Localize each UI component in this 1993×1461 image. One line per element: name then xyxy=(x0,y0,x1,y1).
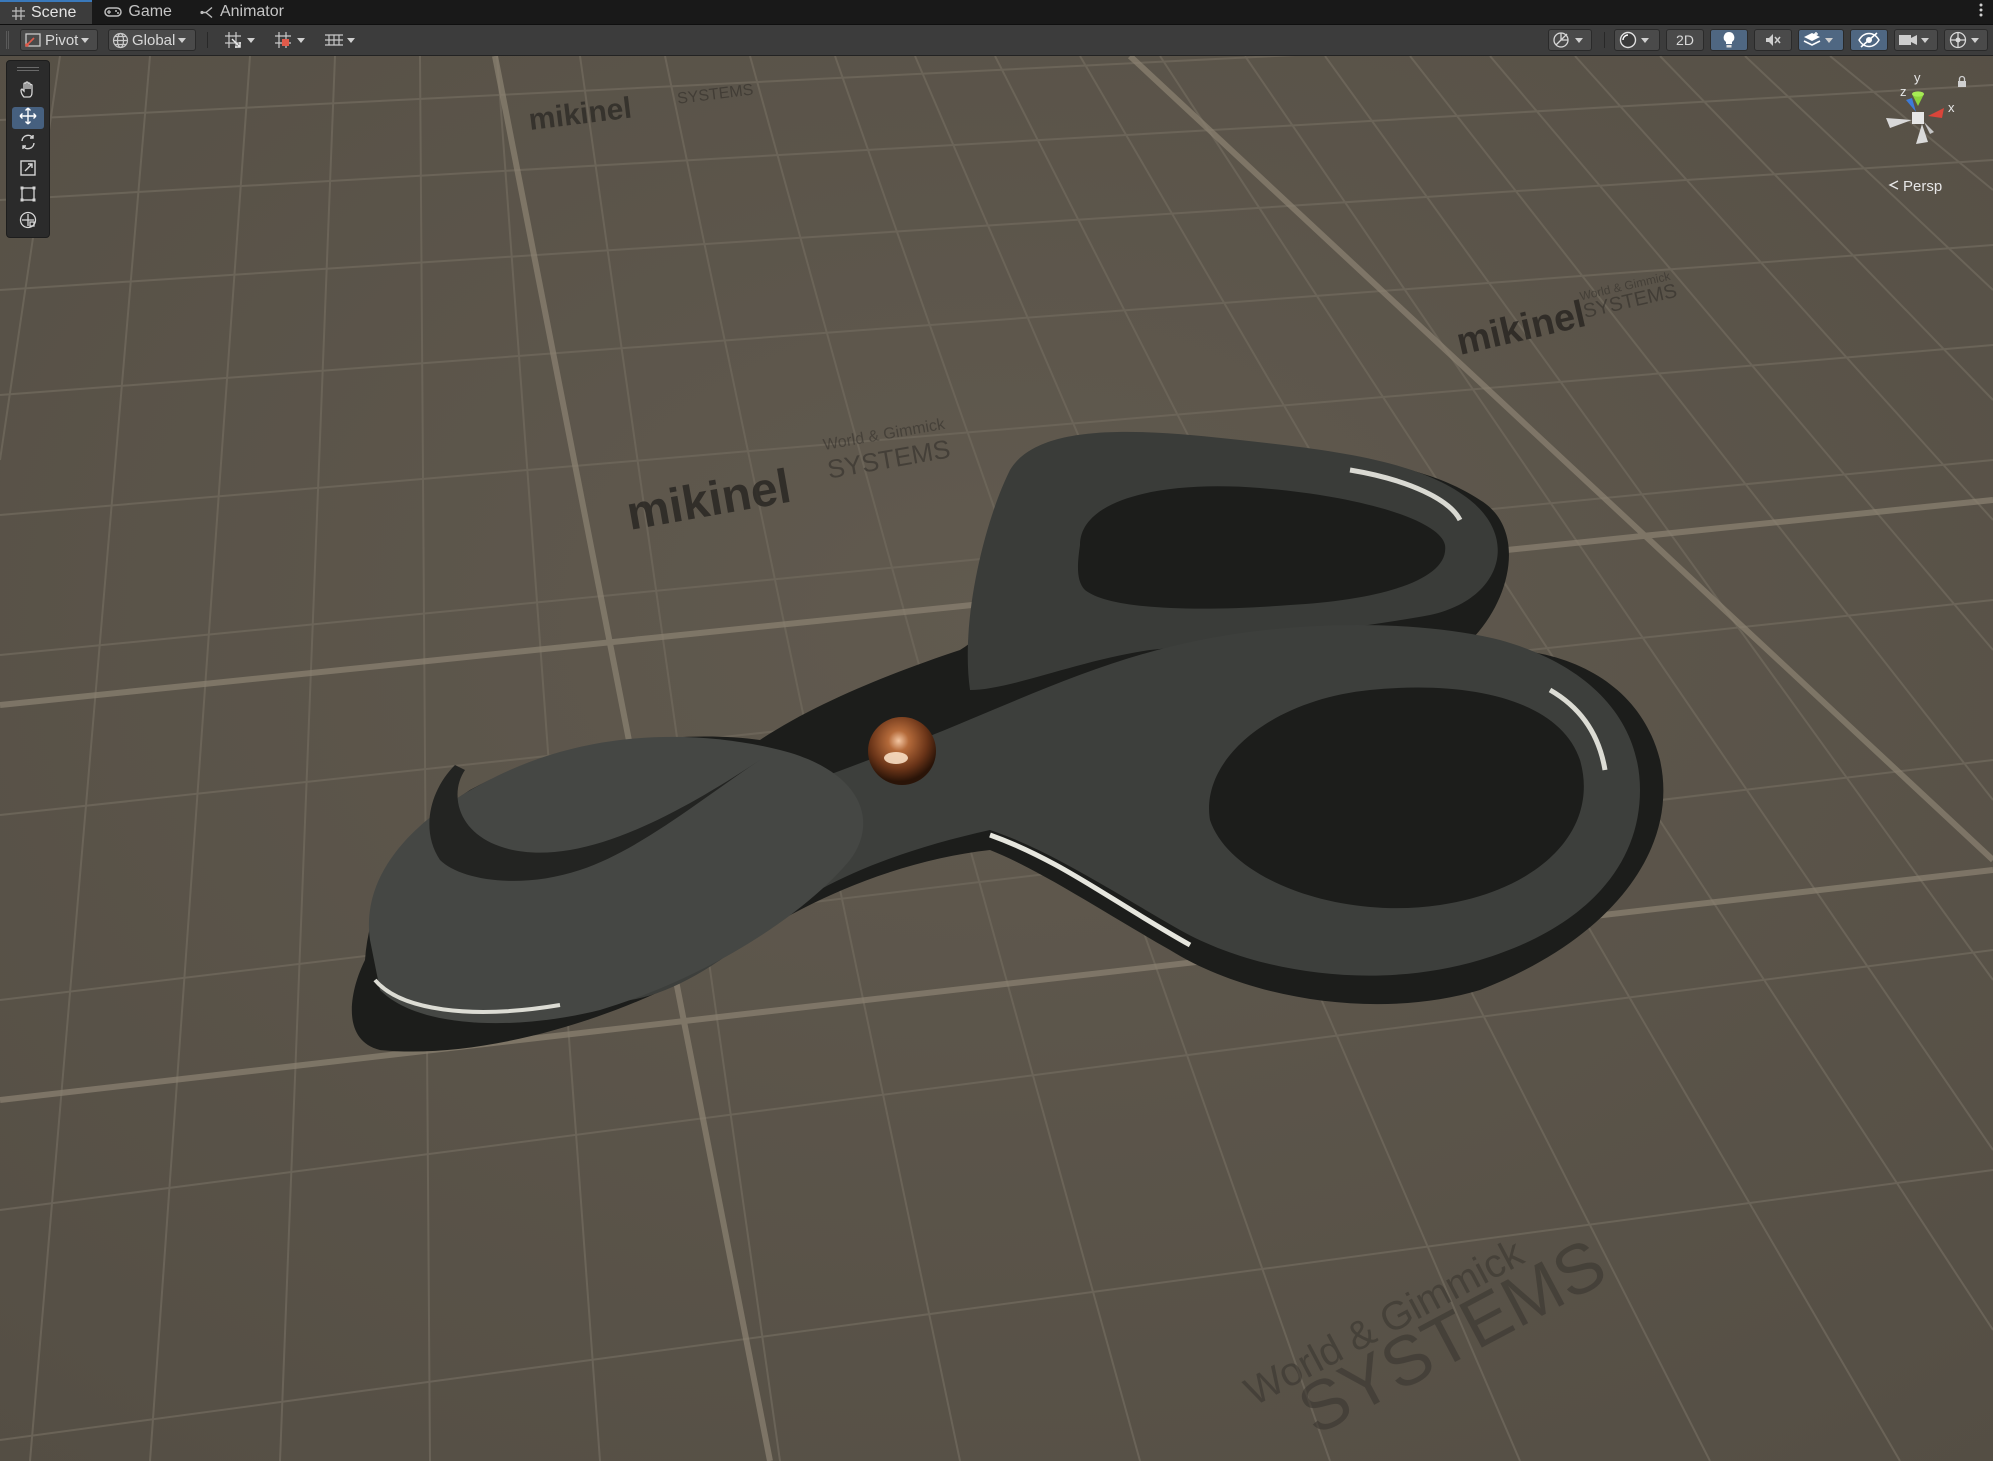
rect-tool[interactable] xyxy=(12,185,44,207)
gizmo-neg-x-cone[interactable] xyxy=(1886,118,1912,128)
tab-scene-label: Scene xyxy=(31,4,77,21)
move-icon xyxy=(18,106,38,131)
transform-icon xyxy=(18,210,38,235)
snap-grid-icon xyxy=(224,31,244,49)
tools-overlay xyxy=(6,60,50,238)
grid-visibility-dropdown[interactable] xyxy=(320,29,364,51)
tools-drag-handle[interactable] xyxy=(17,67,39,71)
rotate-tool[interactable] xyxy=(12,133,44,155)
chevron-down-icon xyxy=(1575,37,1583,43)
pivot-dropdown[interactable]: Pivot xyxy=(20,29,98,51)
audio-toggle[interactable] xyxy=(1754,29,1792,51)
chevron-down-icon xyxy=(297,37,305,43)
globe-icon xyxy=(112,32,129,49)
gizmo-axis-y-label: y xyxy=(1914,72,1921,85)
transform-tool[interactable] xyxy=(12,211,44,233)
scale-tool[interactable] xyxy=(12,159,44,181)
gizmo-axis-x-cone[interactable] xyxy=(1928,108,1944,118)
window-tab-bar: Scene Game Animator xyxy=(0,0,1993,25)
global-label: Global xyxy=(132,31,176,49)
move-tool[interactable] xyxy=(12,107,44,129)
chevron-down-icon xyxy=(1921,37,1929,43)
scene-toolbar: Pivot Global 2D xyxy=(0,25,1993,56)
chevron-down-icon xyxy=(1971,37,1979,43)
tab-game[interactable]: Game xyxy=(92,0,188,24)
shading-mode-dropdown[interactable] xyxy=(1614,29,1660,51)
draw-mode-dropdown[interactable] xyxy=(1548,29,1592,51)
chevron-down-icon xyxy=(347,37,355,43)
grid-icon xyxy=(12,6,25,20)
gizmo-axis-x-label: x xyxy=(1948,100,1955,115)
rotate-icon xyxy=(19,133,37,156)
chevron-down-icon xyxy=(1641,37,1649,43)
lightbulb-icon xyxy=(1722,31,1736,49)
snap-increment-dropdown[interactable] xyxy=(220,29,266,51)
gizmo-center-cube[interactable] xyxy=(1912,112,1924,124)
lighting-toggle[interactable] xyxy=(1710,29,1748,51)
toolbar-grip[interactable] xyxy=(6,31,9,49)
eye-slash-icon xyxy=(1858,32,1880,48)
chevron-down-icon xyxy=(81,37,90,43)
unity-scene-window: Scene Game Animator Pivot Global 2D miki… xyxy=(0,0,1993,1461)
chevron-down-icon xyxy=(178,37,187,43)
toggle-2d-label: 2D xyxy=(1676,32,1694,48)
camera-icon xyxy=(1898,32,1918,48)
scale-icon xyxy=(19,159,37,182)
effects-layers-icon xyxy=(1802,31,1822,49)
projection-label: Persp xyxy=(1903,177,1943,195)
camera-settings-dropdown[interactable] xyxy=(1894,29,1938,51)
hand-tool[interactable] xyxy=(12,80,44,104)
toolbar-separator xyxy=(207,32,208,48)
orientation-gizmo[interactable]: y z x xyxy=(1872,70,1984,156)
projection-toggle[interactable]: Persp xyxy=(1888,176,1968,196)
scissors-rivet-shine xyxy=(884,752,908,764)
gizmo-neg-y-cone[interactable] xyxy=(1916,124,1928,144)
scissors-rivet xyxy=(868,717,936,785)
grid-snap-icon xyxy=(274,31,294,49)
draw-mode-icon xyxy=(1552,31,1572,49)
pivot-label: Pivot xyxy=(45,31,79,49)
tab-scene[interactable]: Scene xyxy=(0,0,93,24)
scene-viewport[interactable]: mikinel SYSTEMS World & Gimmick mikinel … xyxy=(0,56,1993,1461)
gamepad-icon xyxy=(104,6,123,18)
tab-animator[interactable]: Animator xyxy=(188,0,300,24)
gizmo-globe-icon xyxy=(1948,31,1968,49)
chevron-down-icon xyxy=(1825,37,1833,43)
gizmo-lock-icon[interactable] xyxy=(1958,75,1966,88)
kebab-menu-icon xyxy=(1979,3,1983,22)
tab-menu-button[interactable] xyxy=(1969,0,1993,24)
gizmo-axis-z-cone[interactable] xyxy=(1906,98,1916,112)
scene-render: mikinel SYSTEMS World & Gimmick mikinel … xyxy=(0,56,1993,1461)
speaker-muted-icon xyxy=(1764,32,1782,48)
hand-icon xyxy=(19,80,37,104)
global-dropdown[interactable]: Global xyxy=(108,29,196,51)
rect-transform-icon xyxy=(19,185,37,208)
grid-snap-dropdown[interactable] xyxy=(270,29,316,51)
chevron-down-icon xyxy=(247,37,255,43)
animator-icon xyxy=(200,6,214,19)
gizmo-axis-z-label: z xyxy=(1900,84,1907,99)
shaded-sphere-icon xyxy=(1618,31,1638,49)
chevron-left-icon xyxy=(1888,178,1900,195)
toolbar-separator xyxy=(1604,32,1605,48)
grid-plane-icon xyxy=(324,32,344,48)
tab-animator-label: Animator xyxy=(219,3,284,20)
tab-game-label: Game xyxy=(128,3,172,20)
effects-dropdown[interactable] xyxy=(1798,29,1844,51)
toggle-2d-button[interactable]: 2D xyxy=(1666,29,1704,51)
scene-visibility-toggle[interactable] xyxy=(1850,29,1888,51)
gizmos-dropdown[interactable] xyxy=(1944,29,1988,51)
gizmo-neg-z-cone[interactable] xyxy=(1924,122,1934,134)
pivot-icon xyxy=(24,32,42,48)
